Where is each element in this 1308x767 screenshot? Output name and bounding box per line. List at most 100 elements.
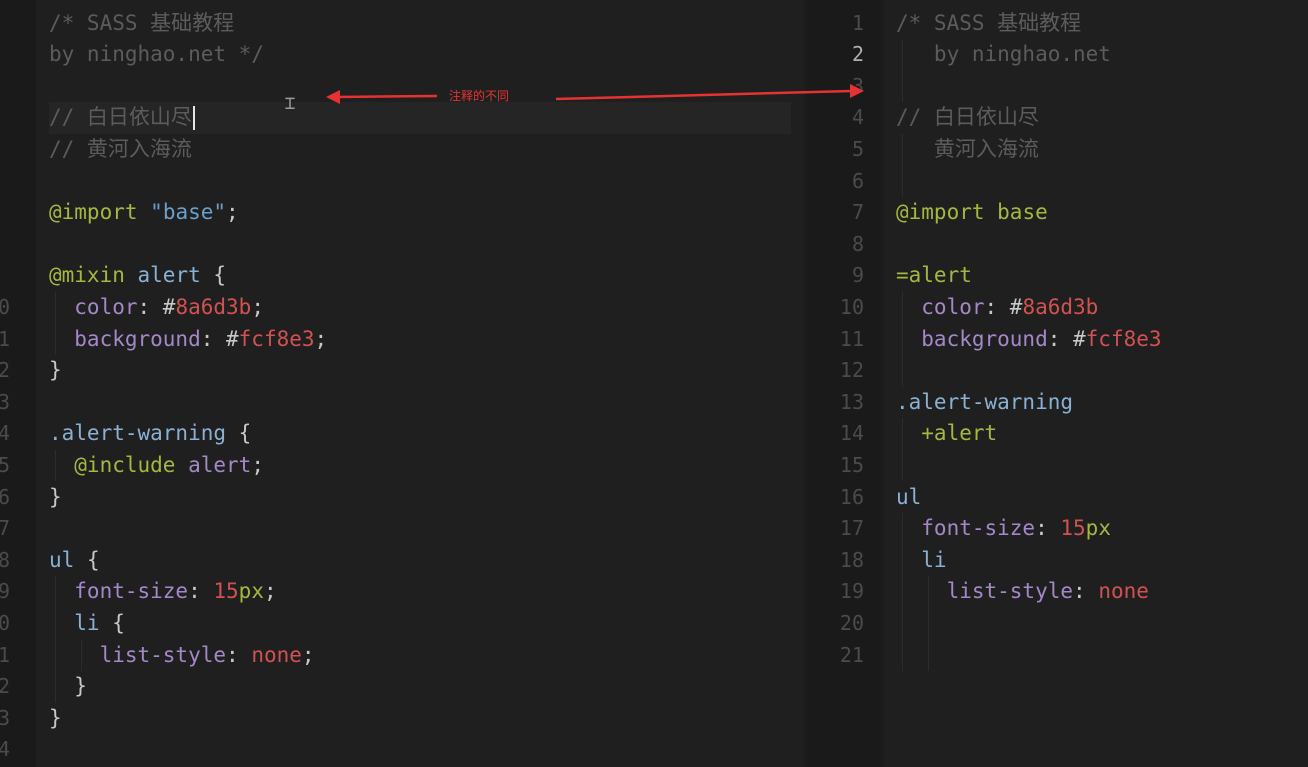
code-line[interactable] <box>896 608 1298 640</box>
line-number: 13 <box>0 389 11 414</box>
code-token: @import <box>896 200 985 225</box>
code-line[interactable]: color: #8a6d3b; <box>49 292 791 324</box>
code-line[interactable]: @import base <box>896 197 1298 229</box>
code-token: fcf8e3 <box>238 326 315 351</box>
line-number: 20 <box>839 610 864 635</box>
code-line[interactable]: @import "base"; <box>49 197 791 229</box>
code-token: "base" <box>150 200 227 225</box>
text-cursor-icon: ⌶ <box>284 93 296 114</box>
line-number: 10 <box>839 294 864 319</box>
code-line[interactable] <box>49 734 791 766</box>
code-line[interactable] <box>49 229 791 261</box>
code-token: .alert-warning <box>896 389 1074 414</box>
code-line[interactable]: li { <box>49 608 791 640</box>
code-token: : # <box>200 326 239 351</box>
code-line[interactable]: // 黄河入海流 <box>49 134 791 166</box>
code-line[interactable] <box>896 166 1298 198</box>
code-line[interactable]: /* SASS 基础教程 <box>896 8 1298 40</box>
code-line[interactable] <box>49 71 791 103</box>
line-number: 12 <box>0 358 11 383</box>
code-line[interactable] <box>896 71 1298 103</box>
code-line[interactable]: =alert <box>896 260 1298 292</box>
line-number: 17 <box>0 516 11 541</box>
code-line[interactable]: list-style: none <box>896 576 1298 608</box>
code-line[interactable]: // 白日依山尽 <box>49 102 791 134</box>
code-line[interactable] <box>896 640 1298 672</box>
left-editor-pane[interactable]: 123456789101112131415161718192021222324 … <box>0 0 805 767</box>
code-token: /* SASS 基础教程 <box>896 10 1082 35</box>
left-gutter: 123456789101112131415161718192021222324 <box>0 0 36 767</box>
line-number: 1 <box>0 8 6 40</box>
code-line[interactable]: .alert-warning <box>896 387 1298 419</box>
code-line[interactable]: color: #8a6d3b <box>896 292 1298 324</box>
code-line[interactable] <box>896 229 1298 261</box>
line-number: 2 <box>0 39 6 71</box>
line-number: 7 <box>0 197 6 229</box>
code-line[interactable]: 黄河入海流 <box>896 134 1298 166</box>
line-number: 17 <box>839 516 864 541</box>
code-token: } <box>49 705 62 730</box>
code-token: : <box>188 579 214 604</box>
code-line[interactable] <box>896 355 1298 387</box>
code-token: @import <box>49 200 138 225</box>
line-number: 16 <box>0 484 11 509</box>
code-line[interactable]: // 白日依山尽 <box>896 102 1298 134</box>
line-number: 11 <box>839 326 864 351</box>
code-token: base <box>984 200 1048 225</box>
code-line[interactable]: } <box>49 671 791 703</box>
code-line[interactable]: } <box>49 703 791 735</box>
code-line[interactable]: li <box>896 545 1298 577</box>
text-caret <box>192 106 195 131</box>
code-token: none <box>251 642 302 667</box>
code-line[interactable]: } <box>49 482 791 514</box>
code-line[interactable]: +alert <box>896 418 1298 450</box>
line-number: 7 <box>851 200 864 225</box>
code-token: list-style <box>49 642 227 667</box>
code-token: 8a6d3b <box>175 294 252 319</box>
indent-guide <box>902 291 903 387</box>
code-line[interactable]: @mixin alert { <box>49 260 791 292</box>
code-line[interactable]: font-size: 15px <box>896 513 1298 545</box>
code-token: none <box>1098 579 1149 604</box>
code-token: { <box>99 610 125 635</box>
code-line[interactable] <box>49 166 791 198</box>
line-number: 16 <box>839 484 864 509</box>
code-token: : <box>226 642 252 667</box>
code-line[interactable]: background: #fcf8e3; <box>49 324 791 356</box>
code-line[interactable]: ul { <box>49 545 791 577</box>
line-number: 18 <box>839 547 864 572</box>
code-token: by ninghao.net <box>896 42 1111 67</box>
code-line[interactable]: font-size: 15px; <box>49 576 791 608</box>
code-line[interactable]: by ninghao.net */ <box>49 39 791 71</box>
code-line[interactable]: @include alert; <box>49 450 791 482</box>
line-number: 15 <box>0 452 11 477</box>
line-number: 14 <box>839 421 864 446</box>
code-token: fcf8e3 <box>1085 326 1162 351</box>
code-line[interactable]: /* SASS 基础教程 <box>49 8 791 40</box>
code-line[interactable]: by ninghao.net <box>896 39 1298 71</box>
code-line[interactable] <box>49 513 791 545</box>
code-line[interactable]: list-style: none; <box>49 640 791 672</box>
line-number: 5 <box>0 134 6 166</box>
code-token: { <box>74 547 100 572</box>
code-token: ; <box>251 452 264 477</box>
code-token: .alert-warning <box>49 421 227 446</box>
code-line[interactable]: ul <box>896 482 1298 514</box>
right-editor-pane[interactable]: 1 2 3 4 5 6 7 8 9 10 11 12 13 14 15 16 17 18 19 20 21 /* SAS… <box>806 0 1308 767</box>
code-token: // 白日依山尽 <box>896 105 1039 130</box>
line-number: 11 <box>0 326 11 351</box>
code-line[interactable]: background: #fcf8e3 <box>896 324 1298 356</box>
code-token: } <box>49 358 62 383</box>
line-number: 6 <box>851 168 864 193</box>
code-line[interactable]: } <box>49 355 791 387</box>
annotation-label: 注释的不同 <box>449 89 510 103</box>
code-token: : <box>1073 579 1099 604</box>
code-token: font-size <box>49 579 189 604</box>
code-token: font-size <box>896 516 1036 541</box>
code-line[interactable] <box>49 387 791 419</box>
line-number: 5 <box>851 136 864 161</box>
code-line[interactable] <box>896 450 1298 482</box>
line-number: 2 <box>851 42 864 67</box>
code-line[interactable]: .alert-warning { <box>49 418 791 450</box>
